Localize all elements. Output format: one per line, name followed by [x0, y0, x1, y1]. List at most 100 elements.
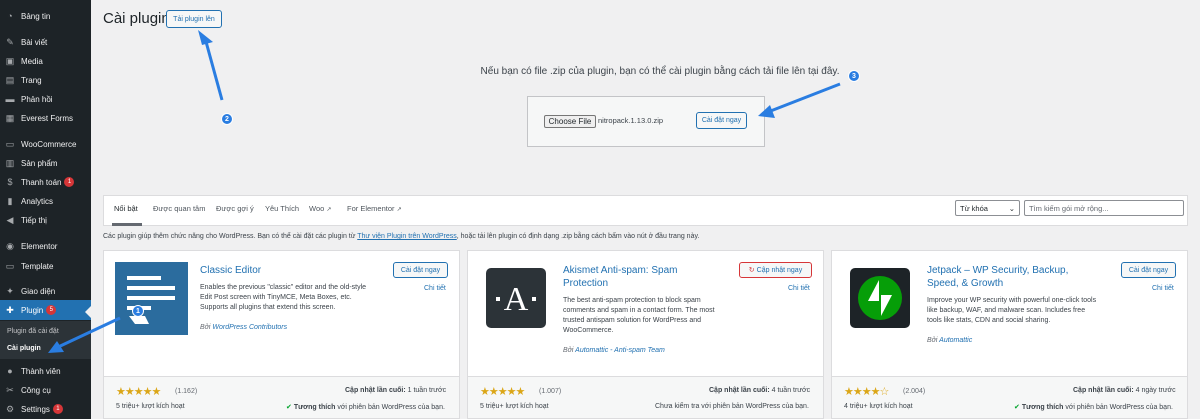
active-menu-pointer: [85, 306, 91, 318]
tab-featured[interactable]: Nổi bật: [114, 204, 138, 213]
plugin-card-footer: ★★★★★ (1.007) 5 triệu+ lượt kích hoạt Cậ…: [468, 376, 823, 418]
step-marker-2: 2: [221, 113, 233, 125]
sidebar-item-label: Media: [21, 56, 43, 66]
plugin-submenu: [0, 321, 91, 359]
update-now-label: Cập nhật ngay: [756, 266, 803, 274]
last-updated: Cập nhật lần cuối: 1 tuần trước: [345, 387, 446, 394]
plugin-card-classic-editor: Classic Editor Enables the previous "cla…: [103, 250, 460, 419]
active-tab-indicator: [112, 223, 142, 226]
sidebar-item-giao-diện[interactable]: ✦ Giao diện: [0, 281, 91, 301]
page-icon: ▤: [5, 74, 15, 85]
sidebar-item-label: Settings: [21, 404, 50, 414]
sidebar-item-phản-hồi[interactable]: ▬ Phản hồi: [0, 89, 91, 109]
install-now-upload-button[interactable]: Cài đặt ngay: [696, 112, 747, 129]
sidebar-item-label: Bài viết: [21, 37, 48, 47]
products-icon: ▥: [5, 157, 15, 168]
last-updated: Cập nhật lần cuối: 4 ngày trước: [1073, 387, 1176, 394]
upload-plugin-button[interactable]: Tải plugin lên: [166, 10, 222, 28]
media-icon: ▣: [5, 55, 15, 66]
search-type-select[interactable]: Từ khóa ⌄: [955, 200, 1020, 216]
sidebar-item-analytics[interactable]: ▮ Analytics: [0, 191, 91, 211]
author-link[interactable]: WordPress Contributors: [212, 324, 287, 331]
sidebar-item-woocommerce[interactable]: ▭ WooCommerce: [0, 134, 91, 154]
update-now-button[interactable]: ↻ Cập nhật ngay: [739, 262, 812, 278]
forms-icon: ▦: [5, 112, 15, 123]
sidebar-item-label: Analytics: [21, 196, 54, 206]
last-updated-label: Cập nhật lần cuối:: [345, 387, 406, 394]
folder-icon: ▭: [5, 260, 15, 271]
plugin-description: Improve your WP security with powerful o…: [927, 297, 1097, 324]
sidebar-item-media[interactable]: ▣ Media: [0, 51, 91, 71]
sidebar-item-bảng-tin[interactable]: ◔ Bảng tin: [0, 6, 91, 26]
sidebar-item-sản-phẩm[interactable]: ▥ Sản phẩm: [0, 153, 91, 173]
last-updated-label: Cập nhật lần cuối:: [709, 387, 770, 394]
akismet-logo: A: [486, 268, 546, 328]
users-icon: ●: [7, 365, 13, 376]
install-now-button[interactable]: Cài đặt ngay: [393, 262, 448, 278]
external-link-icon: ↗: [396, 207, 402, 213]
sidebar-item-plugin[interactable]: ✚ Plugin 5: [0, 300, 91, 320]
checkmark-icon: ✔: [286, 404, 292, 411]
sidebar-item-everest-forms[interactable]: ▦ Everest Forms: [0, 108, 91, 128]
submenu-installed-plugins[interactable]: Plugin đã cài đặt: [7, 328, 59, 335]
selected-file-name: nitropack.1.13.0.zip: [598, 116, 664, 125]
sidebar-item-bài-viết[interactable]: ✎ Bài viết: [0, 32, 91, 52]
step-marker-1: 1: [132, 305, 144, 317]
rating-count: (1.162): [175, 388, 198, 395]
more-details-link[interactable]: Chi tiết: [424, 285, 446, 292]
active-installs: 5 triệu+ lượt kích hoạt: [480, 403, 549, 410]
plugin-icon: ✚: [6, 304, 14, 315]
compatibility: Chưa kiểm tra với phiên bản WordPress củ…: [655, 403, 809, 410]
plugin-directory-link[interactable]: Thư viện Plugin trên WordPress: [357, 233, 457, 240]
jetpack-logo: [850, 268, 910, 328]
author-link[interactable]: Automattic: [939, 337, 972, 344]
plugin-description: Enables the previous "classic" editor an…: [200, 284, 367, 311]
sidebar-item-settings[interactable]: ⚙ Settings 1: [0, 399, 91, 419]
count-badge: 1: [52, 404, 63, 414]
plugin-title[interactable]: Akismet Anti-spam: Spam Protection: [563, 264, 703, 290]
sidebar-item-label: WooCommerce: [21, 139, 77, 149]
sidebar-item-template[interactable]: ▭ Template: [0, 256, 91, 276]
arrow-to-upload-button: [203, 37, 224, 101]
sidebar-item-label: Tiếp thị: [21, 215, 47, 225]
classic-editor-logo: [115, 262, 188, 335]
plugin-title[interactable]: Classic Editor: [200, 264, 261, 277]
tab-for-elementor-label: For Elementor: [347, 204, 395, 213]
install-now-button[interactable]: Cài đặt ngay: [1121, 262, 1176, 278]
more-details-link[interactable]: Chi tiết: [1152, 285, 1174, 292]
more-details-link[interactable]: Chi tiết: [788, 285, 810, 292]
tools-icon: ✂: [6, 384, 14, 395]
choose-file-button[interactable]: Choose File: [544, 115, 596, 128]
plugin-title[interactable]: Jetpack – WP Security, Backup, Speed, & …: [927, 264, 1087, 290]
elementor-icon: ◉: [6, 240, 14, 251]
author-prefix: Bởi: [563, 347, 574, 354]
info-text-after: , hoặc tải lên plugin có định dạng .zip …: [456, 233, 700, 240]
sidebar-item-tiếp-thị[interactable]: ◀ Tiếp thị: [0, 210, 91, 230]
tab-favorites[interactable]: Yêu Thích: [265, 204, 299, 213]
pin-icon: ✎: [6, 36, 14, 47]
author-link[interactable]: Automattic - Anti-spam Team: [575, 347, 665, 354]
last-updated: Cập nhật lần cuối: 4 tuần trước: [709, 387, 810, 394]
tab-recommended[interactable]: Được gợi ý: [216, 204, 254, 213]
sidebar-item-thanh-toán[interactable]: $ Thanh toán 1: [0, 172, 91, 192]
sidebar-item-trang[interactable]: ▤ Trang: [0, 70, 91, 90]
star-rating: ★★★★☆: [844, 386, 889, 398]
author-prefix: Bởi: [927, 337, 938, 344]
plugin-author: Bởi WordPress Contributors: [200, 324, 287, 331]
rating-count: (1.007): [539, 388, 562, 395]
tab-popular[interactable]: Được quan tâm: [153, 204, 205, 213]
sidebar-item-label: Sản phẩm: [21, 158, 58, 168]
tab-for-elementor[interactable]: For Elementor ↗: [347, 204, 402, 213]
sidebar-item-công-cụ[interactable]: ✂ Công cụ: [0, 380, 91, 400]
payment-icon: $: [7, 176, 13, 187]
search-plugins-input[interactable]: Tìm kiếm gói mở rộng...: [1024, 200, 1184, 216]
last-updated-label: Cập nhật lần cuối:: [1073, 387, 1134, 394]
sidebar-item-label: Thành viên: [21, 366, 61, 376]
compatibility-text: với phiên bản WordPress của bạn.: [337, 404, 445, 411]
sidebar-item-thành-viên[interactable]: ● Thành viên: [0, 361, 91, 381]
submenu-add-new-plugin[interactable]: Cài plugin: [7, 345, 41, 352]
rating-count: (2.004): [903, 388, 926, 395]
tab-woo[interactable]: Woo ↗: [309, 204, 331, 213]
sidebar-item-elementor[interactable]: ◉ Elementor: [0, 236, 91, 256]
plugin-card-footer: ★★★★☆ (2.004) 4 triệu+ lượt kích hoạt Cậ…: [832, 376, 1187, 418]
